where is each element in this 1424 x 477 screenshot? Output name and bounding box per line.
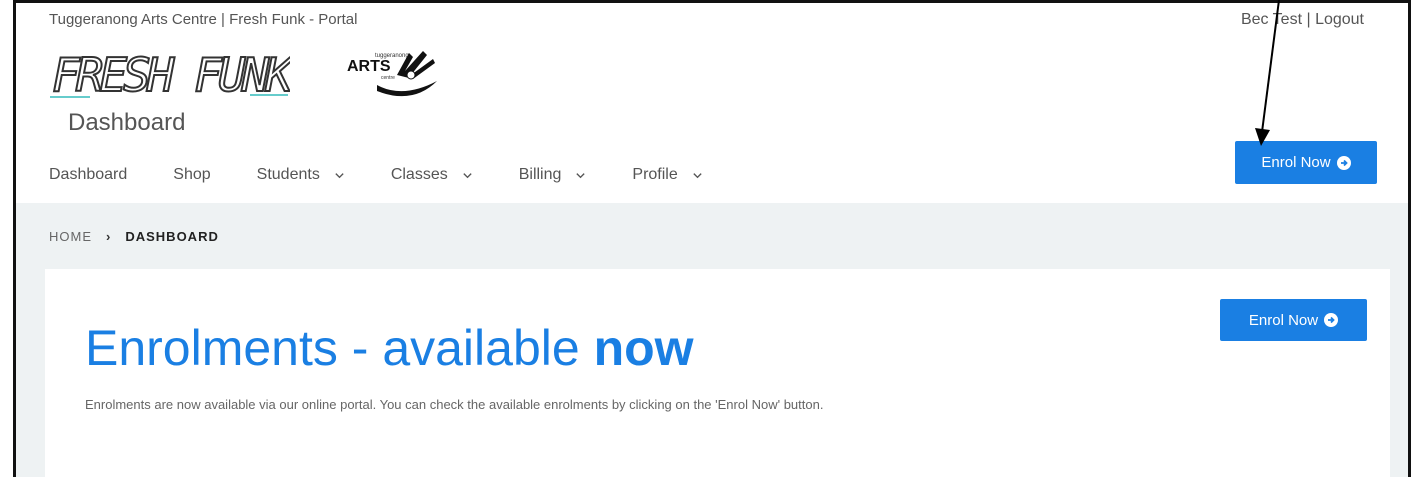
chevron-down-icon	[576, 172, 586, 178]
card-description: Enrolments are now available via our onl…	[85, 397, 824, 412]
breadcrumb-separator-icon: ›	[106, 229, 112, 244]
nav-billing-label: Billing	[518, 166, 562, 183]
arts-centre-logo[interactable]: tuggeranong ARTS centre	[333, 45, 453, 105]
chevron-down-icon	[693, 172, 702, 178]
card-heading: Enrolments - available now	[85, 319, 694, 377]
chevron-down-icon	[463, 172, 472, 178]
enrol-now-card-button[interactable]: Enrol Now	[1220, 299, 1367, 341]
nav-dashboard-label: Dashboard	[49, 166, 128, 183]
enrol-now-header-button[interactable]: Enrol Now	[1235, 141, 1377, 184]
enrolments-card: Enrolments - available now Enrolments ar…	[45, 269, 1390, 477]
breadcrumb-current: DASHBOARD	[125, 229, 219, 244]
arrow-circle-right-icon	[1336, 155, 1351, 170]
nav-billing[interactable]: Billing	[519, 163, 587, 187]
main-nav: Dashboard Shop Students Classes Billing …	[49, 163, 749, 187]
user-links-separator: |	[1302, 11, 1316, 28]
breadcrumb-home[interactable]: HOME	[49, 229, 92, 244]
page-title: Dashboard	[68, 109, 186, 136]
browser-frame: Tuggeranong Arts Centre | Fresh Funk - P…	[13, 0, 1411, 477]
logout-link[interactable]: Logout	[1315, 11, 1364, 28]
arrow-circle-right-icon	[1324, 313, 1339, 327]
chevron-down-icon	[335, 172, 344, 178]
nav-classes-label: Classes	[390, 166, 448, 183]
site-title: Tuggeranong Arts Centre | Fresh Funk - P…	[49, 11, 358, 28]
nav-profile[interactable]: Profile	[632, 163, 702, 187]
nav-classes[interactable]: Classes	[391, 163, 473, 187]
freshfunk-logo-text: FRESH FUNK	[52, 48, 290, 102]
user-links: Bec Test | Logout	[1241, 11, 1364, 29]
user-name-link[interactable]: Bec Test	[1241, 11, 1302, 28]
arts-logo-sub-text: centre	[381, 75, 395, 81]
enrol-now-card-label: Enrol Now	[1248, 311, 1319, 329]
nav-shop[interactable]: Shop	[173, 163, 210, 187]
nav-students-label: Students	[256, 166, 320, 183]
freshfunk-logo[interactable]: FRESH FUNK	[50, 47, 290, 103]
nav-dashboard[interactable]: Dashboard	[49, 163, 127, 187]
arts-logo-text: ARTS	[347, 58, 391, 75]
nav-students[interactable]: Students	[257, 163, 345, 187]
card-heading-light: Enrolments - available	[85, 320, 594, 376]
card-heading-bold: now	[593, 320, 694, 376]
enrol-now-header-label: Enrol Now	[1261, 154, 1331, 171]
nav-shop-label: Shop	[173, 166, 211, 183]
nav-profile-label: Profile	[632, 166, 678, 183]
breadcrumb: HOME › DASHBOARD	[49, 229, 219, 244]
